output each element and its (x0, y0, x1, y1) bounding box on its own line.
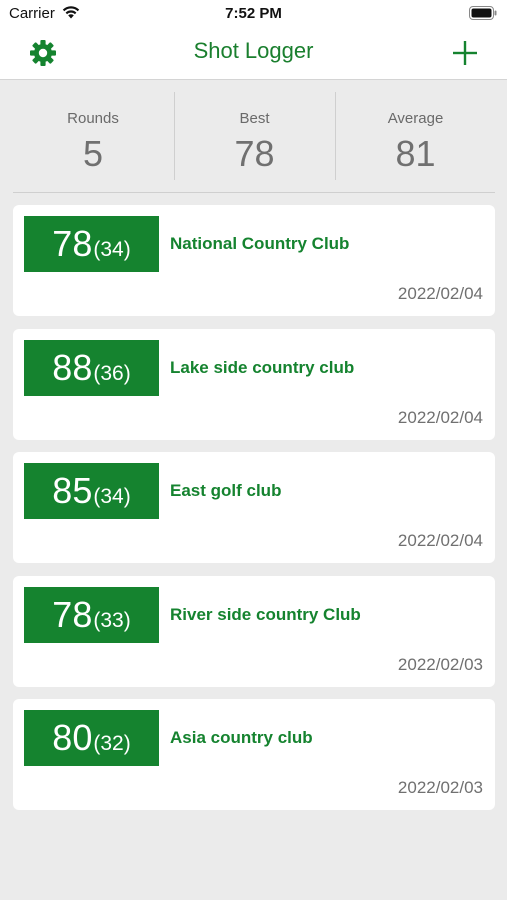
round-date: 2022/02/04 (397, 407, 483, 427)
battery-icon (469, 6, 497, 20)
plus-icon[interactable] (450, 38, 480, 68)
round-date: 2022/02/04 (397, 284, 483, 303)
club-name: National Country Club (170, 234, 350, 253)
rounds-list: 78 (34) National Country Club 2022/02/04… (13, 205, 495, 823)
round-date: 2022/02/03 (397, 654, 483, 674)
total-score: 88 (52, 346, 93, 388)
stat-label: Average (387, 110, 444, 127)
half-score: (32) (93, 732, 131, 755)
score-badge: 85 (34) (24, 463, 159, 519)
stats-summary: Rounds 5 Best 78 Average 81 (13, 92, 495, 193)
half-score: (33) (93, 608, 131, 632)
club-name: River side country Club (170, 604, 361, 624)
round-date: 2022/02/04 (397, 531, 483, 550)
round-card[interactable]: 78 (34) National Country Club 2022/02/04 (13, 205, 495, 316)
total-score: 85 (52, 470, 93, 511)
round-date: 2022/02/03 (397, 778, 483, 797)
clock: 7:52 PM (225, 5, 282, 22)
page-title: Shot Logger (193, 38, 314, 63)
half-score: (34) (93, 485, 131, 508)
round-card[interactable]: 80 (32) Asia country club 2022/02/03 (13, 699, 495, 810)
club-name: East golf club (170, 481, 282, 500)
score-badge: 88 (36) (24, 339, 159, 396)
navigation-bar: Shot Logger (0, 28, 507, 80)
club-name: Asia country club (170, 728, 313, 747)
stat-rounds: Rounds 5 (13, 92, 173, 180)
round-card[interactable]: 78 (33) River side country Club 2022/02/… (13, 575, 495, 687)
round-card[interactable]: 85 (34) East golf club 2022/02/04 (13, 452, 495, 563)
total-score: 78 (52, 223, 93, 264)
total-score: 78 (52, 593, 93, 635)
stat-average: Average 81 (335, 92, 495, 180)
total-score: 80 (52, 717, 93, 758)
score-badge: 78 (34) (24, 216, 159, 272)
half-score: (34) (93, 238, 131, 261)
stat-best: Best 78 (174, 92, 334, 180)
score-badge: 80 (32) (24, 710, 159, 766)
stat-label: Best (239, 110, 270, 127)
stat-value: 81 (395, 133, 436, 174)
half-score: (36) (93, 361, 131, 385)
status-bar: Carrier 7:52 PM (0, 0, 507, 28)
score-badge: 78 (33) (24, 586, 159, 643)
club-name: Lake side country club (170, 357, 355, 377)
stat-value: 78 (234, 133, 275, 174)
stat-label: Rounds (67, 110, 119, 127)
round-card[interactable]: 88 (36) Lake side country club 2022/02/0… (13, 328, 495, 440)
stat-value: 5 (82, 133, 104, 174)
